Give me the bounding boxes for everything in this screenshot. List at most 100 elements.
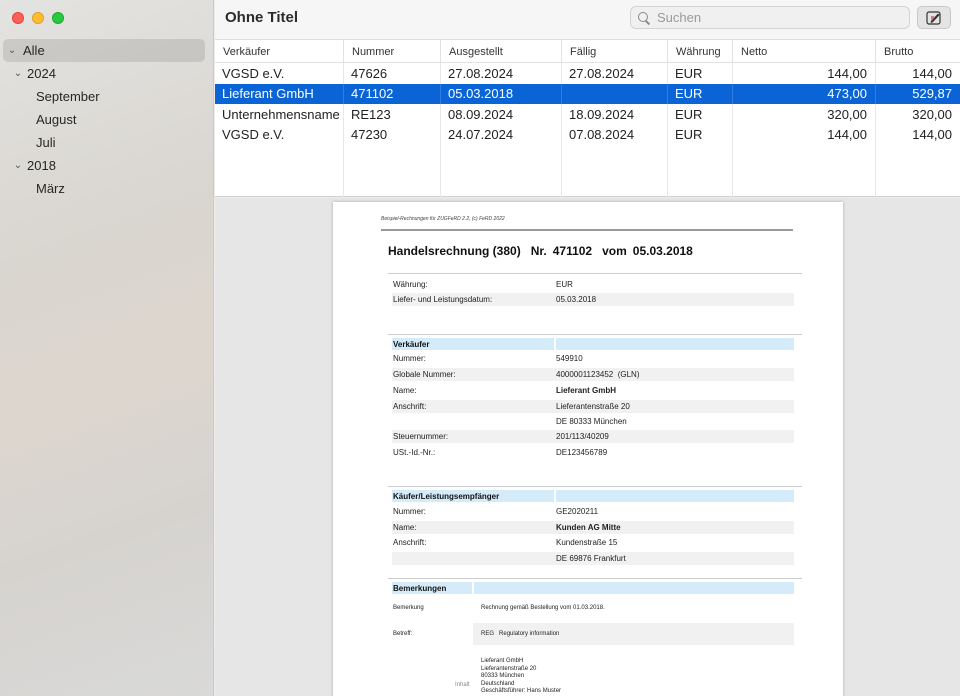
- column-header-issued[interactable]: Ausgestellt: [441, 40, 562, 63]
- cell-net: 473,00: [733, 83, 876, 104]
- seller-section-heading: Verkäufer: [392, 338, 794, 350]
- sidebar-item-label: August: [36, 112, 77, 127]
- cell-net: 144,00: [733, 63, 876, 84]
- field-label: USt.-Id.-Nr.:: [393, 447, 436, 457]
- cell-seller: Lieferant GmbH: [215, 83, 344, 104]
- seller-tax-row: Steuernummer: 201/113/40209: [392, 430, 794, 443]
- cell-number: 47230: [344, 124, 441, 145]
- column-header-seller[interactable]: Verkäufer: [215, 40, 344, 63]
- field-label: Globale Nummer:: [393, 369, 456, 379]
- edit-button[interactable]: [917, 6, 951, 29]
- minimize-window-button[interactable]: [32, 12, 44, 24]
- pencil-square-icon: [926, 10, 941, 25]
- cell-net: 144,00: [733, 124, 876, 145]
- invoice-title: Handelsrechnung (380) Nr. 471102 vom 05.…: [388, 244, 693, 258]
- section-title: Verkäufer: [392, 338, 554, 350]
- remarks-section-heading: Bemerkungen: [392, 582, 794, 594]
- zoom-window-button[interactable]: [52, 12, 64, 24]
- subject-text: Regulatory information: [499, 631, 560, 637]
- search-icon: [637, 11, 651, 25]
- sidebar-item-2024[interactable]: ⌄ 2024: [0, 62, 214, 85]
- seller-vat-row: USt.-Id.-Nr.: DE123456789: [392, 446, 794, 459]
- sidebar: ⌄ Alle ⌄ 2024 September August Juli ⌄ 20…: [0, 0, 214, 696]
- field-value: 05.03.2018: [556, 294, 597, 304]
- cell-currency: EUR: [668, 104, 733, 125]
- chevron-down-icon[interactable]: ⌄: [7, 45, 17, 56]
- cell-issued: 24.07.2024: [441, 124, 562, 145]
- buyer-city-row: DE 69876 Frankfurt: [392, 552, 794, 565]
- cell-gross: 144,00: [912, 65, 952, 81]
- table-body: VGSD e.V. 47626 27.08.2024 27.08.2024 EUR 144…: [215, 63, 960, 145]
- document-preview[interactable]: Beispiel-Rechnungen für ZUGFeRD 2.2, (c)…: [215, 198, 960, 696]
- window-controls: [12, 12, 64, 24]
- field-value: Rechnung gemäß Bestellung vom 01.03.2018…: [481, 605, 605, 611]
- sidebar-item-label: September: [36, 89, 100, 104]
- seller-number-row: Nummer: 549910: [392, 352, 794, 365]
- sidebar-item-2018[interactable]: ⌄ 2018: [0, 154, 214, 177]
- field-value: DE 69876 Frankfurt: [556, 553, 626, 563]
- section-title: Käufer/Leistungsempfänger: [392, 490, 554, 502]
- sidebar-item-maerz[interactable]: März: [0, 177, 214, 200]
- invoice-page: Beispiel-Rechnungen für ZUGFeRD 2.2, (c)…: [333, 202, 843, 696]
- table-row[interactable]: Lieferant GmbH 471102 05.03.2018 EUR 473,00 5…: [215, 83, 960, 104]
- field-label: Nummer:: [393, 353, 426, 363]
- field-value: 4000001123452 (GLN): [556, 370, 794, 379]
- column-header-currency[interactable]: Währung: [668, 40, 733, 63]
- address-line: Deutschland: [481, 680, 515, 687]
- main-area: Ohne Titel Verkäufer Nummer Ausgestellt …: [215, 0, 960, 696]
- table-row[interactable]: VGSD e.V. 47626 27.08.2024 27.08.2024 EUR 144…: [215, 63, 960, 84]
- address-line: Lieferantenstraße 20: [481, 665, 537, 672]
- invoice-date-label: vom: [602, 244, 627, 258]
- buyer-number-row: Nummer: GE2020211: [392, 505, 794, 518]
- address-line: 80333 München: [481, 673, 525, 680]
- table-row[interactable]: Unternehmensname RE123 08.09.2024 18.09.202…: [215, 104, 960, 125]
- column-header-due[interactable]: Fällig: [562, 40, 668, 63]
- window-title: Ohne Titel: [225, 9, 299, 26]
- buyer-section-heading: Käufer/Leistungsempfänger: [392, 490, 794, 502]
- sidebar-item-august[interactable]: August: [0, 108, 214, 131]
- buyer-address-row: Anschrift: Kundenstraße 15: [392, 536, 794, 549]
- chevron-down-icon[interactable]: ⌄: [13, 68, 23, 79]
- page-header-text: Beispiel-Rechnungen für ZUGFeRD 2.2, (c)…: [381, 216, 505, 222]
- cell-gross: 320,00: [912, 106, 952, 122]
- field-value: DE 80333 München: [556, 416, 627, 426]
- cell-seller: Unternehmensname: [215, 104, 344, 125]
- cell-gross: 529,87: [912, 86, 952, 102]
- sidebar-item-label: Juli: [36, 135, 56, 150]
- section-title: Bemerkungen: [392, 582, 472, 594]
- field-label: Name:: [393, 522, 417, 532]
- remark-row: Bemerkung Rechnung gemäß Bestellung vom …: [392, 599, 794, 617]
- address-line: Lieferant GmbH: [481, 658, 524, 664]
- table-row[interactable]: VGSD e.V. 47230 24.07.2024 07.08.2024 EUR 144…: [215, 124, 960, 145]
- gln-value: 4000001123452: [556, 369, 614, 379]
- subject-row: Betreff: REG Regulatory information: [392, 623, 794, 645]
- cell-due: 18.09.2024: [562, 104, 668, 125]
- column-header-number[interactable]: Nummer: [344, 40, 441, 63]
- close-window-button[interactable]: [12, 12, 24, 24]
- invoice-table: Verkäufer Nummer Ausgestellt Fällig Währ…: [215, 40, 960, 215]
- buyer-name-row: Name: Kunden AG Mitte: [392, 521, 794, 534]
- seller-address-row: Anschrift: Lieferantenstraße 20: [392, 400, 794, 413]
- column-header-net[interactable]: Netto: [733, 40, 876, 63]
- search-field[interactable]: [630, 6, 910, 29]
- field-label: Name:: [393, 385, 417, 395]
- sidebar-item-juli[interactable]: Juli: [0, 131, 214, 154]
- chevron-down-icon[interactable]: ⌄: [13, 160, 23, 171]
- sidebar-item-alle[interactable]: ⌄ Alle: [3, 39, 205, 62]
- sidebar-item-label: 2018: [27, 158, 56, 173]
- cell-currency: EUR: [668, 63, 733, 84]
- cell-net: 320,00: [733, 104, 876, 125]
- column-header-gross[interactable]: Brutto: [876, 40, 960, 63]
- divider: [388, 486, 802, 487]
- field-value: Lieferantenstraße 20: [556, 401, 630, 411]
- divider: [388, 578, 802, 579]
- field-label: Währung:: [393, 279, 428, 289]
- cell-due: 27.08.2024: [562, 63, 668, 84]
- search-input[interactable]: [657, 10, 897, 25]
- sidebar-list: ⌄ Alle ⌄ 2024 September August Juli ⌄ 20…: [0, 39, 214, 200]
- cell-number: 471102: [344, 83, 441, 104]
- field-value: DE123456789: [556, 447, 608, 457]
- sidebar-item-september[interactable]: September: [0, 85, 214, 108]
- header-rule: [381, 229, 793, 231]
- content-address: Lieferant GmbH Lieferantenstraße 20 8033…: [481, 658, 561, 696]
